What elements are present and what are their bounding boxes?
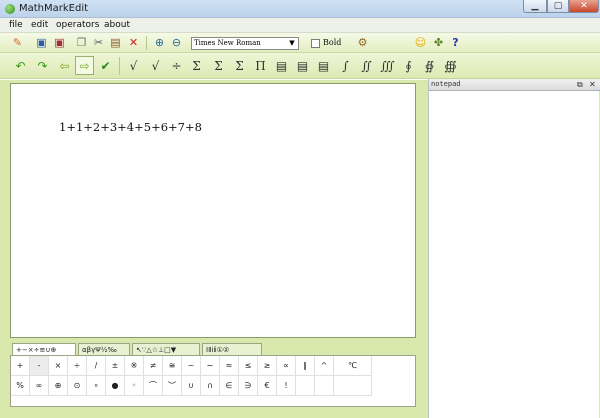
formula-toolbar: ↶ ↷ ⇦ ⇨ ✔ √ √ ÷ Σ Σ Σ Π ▤ ▤ ▤ ∫ ∬ ∭ ∮ ∯ … — [0, 53, 600, 79]
matrix-button[interactable]: ▤ — [272, 56, 291, 75]
title-bar: MathMarkEdit ▁ ▢ ✕ — [0, 0, 600, 18]
maximize-button[interactable]: ▢ — [547, 0, 569, 13]
symbol-cell[interactable]: ∝ — [277, 356, 296, 376]
symbol-cell[interactable]: ^ — [315, 356, 334, 376]
close-button[interactable]: ✕ — [569, 0, 599, 13]
undo-icon[interactable]: ↶ — [11, 56, 30, 75]
copy-icon[interactable]: ❐ — [73, 34, 90, 51]
settings-icon[interactable]: ⚙ — [354, 34, 371, 51]
notepad-header: notepad ⧉ ✕ — [429, 79, 600, 91]
help-icon[interactable]: ? — [447, 34, 464, 51]
nth-root-button[interactable]: √ — [146, 56, 165, 75]
symbol-cell[interactable]: ∪ — [182, 376, 201, 396]
zoom-in-icon[interactable]: ⊕ — [151, 34, 168, 51]
bold-label: Bold — [323, 38, 342, 47]
symbol-cell[interactable]: ⊕ — [49, 376, 68, 396]
app-icon — [5, 4, 15, 14]
symbol-cell[interactable]: ! — [277, 376, 296, 396]
float-icon[interactable]: ⧉ — [577, 80, 583, 90]
symbol-cell[interactable]: ∞ — [30, 376, 49, 396]
triple-integral-button[interactable]: ∭ — [378, 56, 397, 75]
arrow-right-icon[interactable]: ⇨ — [75, 56, 94, 75]
sum-button[interactable]: Σ — [187, 56, 206, 75]
symbol-cell[interactable]: ⊙ — [68, 376, 87, 396]
symbol-cell[interactable]: ∈ — [220, 376, 239, 396]
double-integral-button[interactable]: ∬ — [357, 56, 376, 75]
symbol-cell[interactable]: + — [11, 356, 30, 376]
font-select-value: Times New Roman — [194, 39, 261, 47]
check-icon[interactable]: ✔ — [96, 56, 115, 75]
separator — [119, 57, 120, 75]
matrix3-button[interactable]: ▤ — [314, 56, 333, 75]
symbol-cell[interactable]: ※ — [125, 356, 144, 376]
font-select[interactable]: Times New Roman ▼ — [191, 37, 299, 50]
notepad-content[interactable] — [429, 92, 600, 418]
smiley-icon[interactable]: ☺ — [412, 34, 429, 51]
symbol-cell[interactable]: ≤ — [239, 356, 258, 376]
sum-limits-button[interactable]: Σ — [209, 56, 228, 75]
puzzle-icon[interactable]: ✤ — [430, 34, 447, 51]
symbol-cell[interactable]: ︶ — [163, 376, 182, 396]
symbol-cell[interactable]: ∼ — [201, 356, 220, 376]
sum-under-button[interactable]: Σ — [230, 56, 249, 75]
paste-icon[interactable]: ▤ — [107, 34, 124, 51]
save-icon[interactable]: ▣ — [33, 34, 50, 51]
symbol-cell[interactable]: ÷ — [68, 356, 87, 376]
pencil-icon[interactable]: ✎ — [9, 34, 26, 51]
symbol-cell[interactable]: ≠ — [144, 356, 163, 376]
symbol-cell[interactable]: ◦ — [125, 376, 144, 396]
formula-text: 1+1+2+3+4+5+6+7+8 — [59, 120, 202, 134]
matrix2-button[interactable]: ▤ — [293, 56, 312, 75]
menu-operators[interactable]: operators — [56, 20, 99, 30]
delete-icon[interactable]: ✕ — [125, 34, 142, 51]
surface-integral-button[interactable]: ∯ — [420, 56, 439, 75]
symbol-cell[interactable]: ℃ — [334, 356, 372, 376]
symbol-cell[interactable]: ⌒ — [144, 376, 163, 396]
close-icon[interactable]: ✕ — [589, 80, 596, 89]
integral-button[interactable]: ∫ — [336, 56, 355, 75]
symbol-cell[interactable]: ≅ — [163, 356, 182, 376]
symbol-cell[interactable]: ∘ — [87, 376, 106, 396]
menu-edit[interactable]: edit — [31, 20, 48, 30]
fraction-button[interactable]: ÷ — [167, 56, 186, 75]
redo-icon[interactable]: ↷ — [33, 56, 52, 75]
menu-bar: file edit operators about — [0, 18, 600, 33]
symbol-cell[interactable]: ∩ — [201, 376, 220, 396]
symbol-cell[interactable]: / — [87, 356, 106, 376]
contour-integral-button[interactable]: ∮ — [399, 56, 418, 75]
product-button[interactable]: Π — [251, 56, 270, 75]
symbol-cell[interactable]: ∥ — [296, 356, 315, 376]
menu-file[interactable]: file — [9, 20, 23, 30]
main-toolbar: ✎ ▣ ▣ ❐ ✂ ▤ ✕ ⊕ ⊖ — [0, 33, 600, 53]
notepad-panel[interactable]: notepad ⧉ ✕ — [428, 79, 600, 418]
menu-about[interactable]: about — [104, 20, 130, 30]
minimize-button[interactable]: ▁ — [523, 0, 547, 13]
symbol-cell[interactable]: - — [30, 356, 49, 376]
symbol-cell[interactable]: % — [11, 376, 30, 396]
volume-integral-button[interactable]: ∰ — [441, 56, 460, 75]
symbol-palette: + - × ÷ / ± ※ ≠ ≅ ~ ∼ ≈ ≤ ≥ ∝ ∥ ^ ℃ % ∞ … — [10, 355, 416, 407]
symbol-cell[interactable] — [334, 376, 372, 396]
symbol-cell[interactable]: ∋ — [239, 376, 258, 396]
notepad-title: notepad — [431, 80, 461, 88]
separator — [146, 36, 147, 50]
arrow-left-icon[interactable]: ⇦ — [55, 56, 74, 75]
save-as-icon[interactable]: ▣ — [51, 34, 68, 51]
symbol-cell[interactable]: ● — [106, 376, 125, 396]
symbol-cell[interactable]: × — [49, 356, 68, 376]
chevron-down-icon: ▼ — [289, 39, 295, 47]
symbol-cell[interactable]: ≥ — [258, 356, 277, 376]
symbol-cell[interactable]: ≈ — [220, 356, 239, 376]
symbol-cell[interactable]: € — [258, 376, 277, 396]
symbol-cell[interactable]: ~ — [182, 356, 201, 376]
symbol-cell[interactable] — [315, 376, 334, 396]
window-title: MathMarkEdit — [19, 3, 89, 14]
symbol-cell[interactable] — [296, 376, 315, 396]
cut-icon[interactable]: ✂ — [90, 34, 107, 51]
bold-checkbox[interactable] — [311, 39, 320, 48]
zoom-out-icon[interactable]: ⊖ — [168, 34, 185, 51]
symbol-cell[interactable]: ± — [106, 356, 125, 376]
sqrt-button[interactable]: √ — [124, 56, 143, 75]
